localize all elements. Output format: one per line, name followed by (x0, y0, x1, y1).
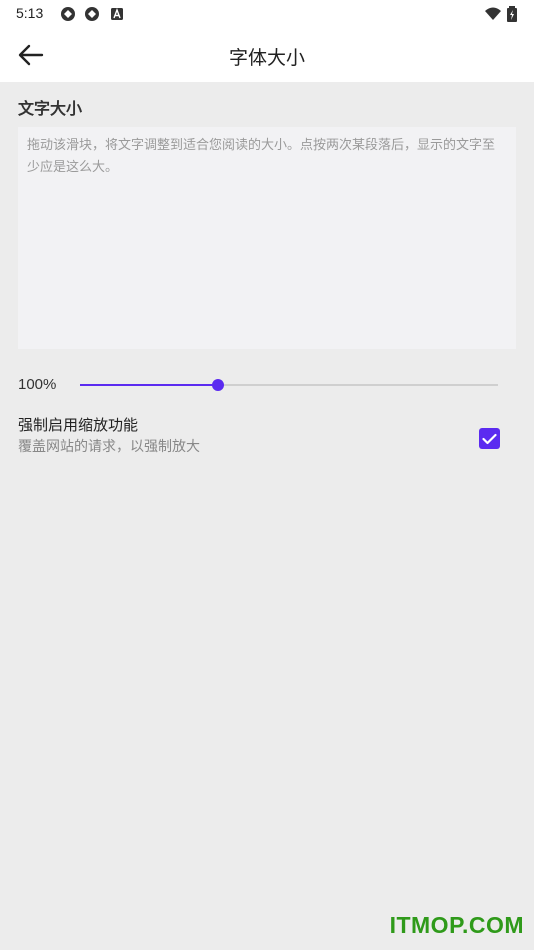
text-size-section-title: 文字大小 (18, 99, 83, 118)
force-zoom-title: 强制启用缩放功能 (18, 416, 139, 434)
slider-fill (80, 384, 218, 386)
force-zoom-setting[interactable]: 强制启用缩放功能 覆盖网站的请求，以强制放大 (0, 410, 534, 466)
sync-icon (85, 7, 99, 21)
check-icon (482, 433, 497, 444)
force-zoom-checkbox[interactable] (479, 428, 500, 449)
text-preview-box: 拖动该滑块，将文字调整到适合您阅读的大小。点按两次某段落后，显示的文字至少应是这… (18, 127, 516, 349)
battery-charging-icon (507, 6, 517, 22)
page-title: 字体大小 (228, 47, 305, 69)
preview-text: 拖动该滑块，将文字调整到适合您阅读的大小。点按两次某段落后，显示的文字至少应是这… (27, 138, 496, 175)
watermark-logo: ITMOP.COM (389, 912, 524, 938)
app-bar: 字体大小 (0, 28, 534, 82)
status-bar: 5:13 (0, 0, 534, 28)
wifi-icon (485, 7, 501, 20)
a-badge-icon (111, 8, 123, 20)
slider-thumb[interactable] (211, 379, 224, 391)
zoom-percent-label: 100% (18, 376, 57, 393)
text-size-slider[interactable] (80, 374, 498, 396)
force-zoom-subtitle: 覆盖网站的请求，以强制放大 (18, 439, 200, 455)
sync-icon (61, 7, 75, 21)
status-time: 5:13 (16, 5, 44, 21)
